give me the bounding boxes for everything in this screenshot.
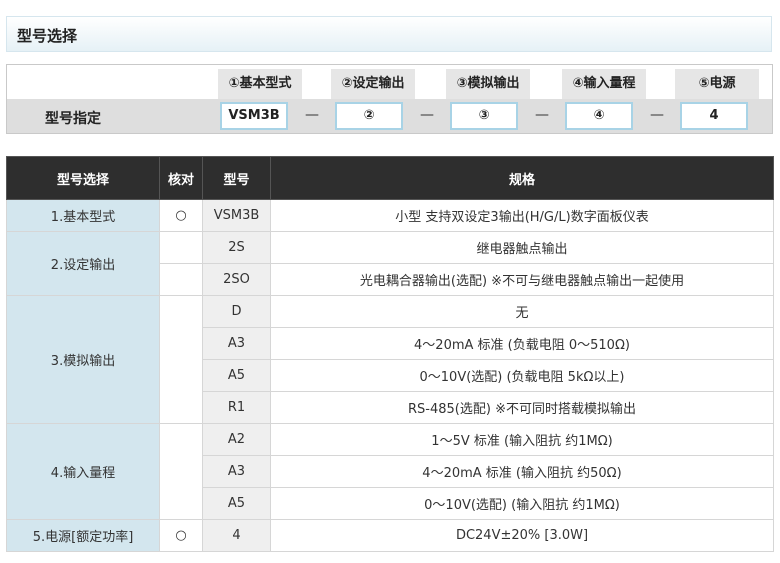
header-model: 型号 <box>202 156 271 200</box>
model-spec-table: 型号选择 核对 型号 规格 1.基本型式 ○ VSM3B 小型 支持双设定3输出… <box>6 156 774 552</box>
group-label-basic: 1.基本型式 <box>6 199 160 232</box>
group-label-setting-output: 2.设定输出 <box>6 231 160 296</box>
selector-field-analog-output[interactable]: ③ <box>450 102 518 130</box>
model-code: A5 <box>202 359 271 392</box>
selector-dash: — <box>420 107 434 123</box>
section-title-bar: 型号选择 <box>6 16 772 52</box>
model-code: VSM3B <box>202 199 271 232</box>
spec-text: 光电耦合器输出(选配) ※不可与继电器触点输出一起使用 <box>270 263 774 296</box>
model-code: A3 <box>202 327 271 360</box>
spec-text: DC24V±20% [3.0W] <box>270 519 774 552</box>
model-code: A5 <box>202 487 271 520</box>
group-label-analog-output: 3.模拟输出 <box>6 295 160 424</box>
check-cell <box>159 231 203 264</box>
spec-text: 无 <box>270 295 774 328</box>
model-code: A3 <box>202 455 271 488</box>
spec-text: 小型 支持双设定3输出(H/G/L)数字面板仪表 <box>270 199 774 232</box>
selector-dash: — <box>650 107 664 123</box>
header-check: 核对 <box>159 156 203 200</box>
table-row: 4.输入量程 A2 1～5V 标准 (输入阻抗 约1MΩ) <box>6 423 774 520</box>
selector-header-power: ⑤电源 <box>675 69 759 99</box>
selector-field-setting-output[interactable]: ② <box>335 102 403 130</box>
check-cell <box>159 295 203 424</box>
table-row: 3.模拟输出 D 无 <box>6 295 774 424</box>
group-label-input-range: 4.输入量程 <box>6 423 160 520</box>
spec-text: 继电器触点输出 <box>270 231 774 264</box>
group-label-power: 5.电源[额定功率] <box>6 519 160 552</box>
selector-field-input-range[interactable]: ④ <box>565 102 633 130</box>
spec-text: 1～5V 标准 (输入阻抗 约1MΩ) <box>270 423 774 456</box>
spec-text: 4～20mA 标准 (输入阻抗 约50Ω) <box>270 455 774 488</box>
model-code: R1 <box>202 391 271 424</box>
selector-row-label: 型号指定 <box>45 111 101 127</box>
check-cell: ○ <box>159 199 203 232</box>
selector-field-power[interactable]: 4 <box>680 102 748 130</box>
model-code: 2SO <box>202 263 271 296</box>
spec-text: 4～20mA 标准 (负载电阻 0～510Ω) <box>270 327 774 360</box>
model-code: 2S <box>202 231 271 264</box>
header-spec: 规格 <box>270 156 774 200</box>
table-header-row: 型号选择 核对 型号 规格 <box>6 156 774 200</box>
header-model-select: 型号选择 <box>6 156 160 200</box>
check-cell <box>159 423 203 520</box>
spec-text: 0～10V(选配) (负载电阻 5kΩ以上) <box>270 359 774 392</box>
model-code: 4 <box>202 519 271 552</box>
table-row: 2.设定输出 2S 继电器触点输出 <box>6 231 774 296</box>
selector-header-setting-output: ②设定输出 <box>331 69 415 99</box>
table-row: 1.基本型式 ○ VSM3B 小型 支持双设定3输出(H/G/L)数字面板仪表 <box>6 199 774 232</box>
selector-header-analog-output: ③模拟输出 <box>446 69 530 99</box>
selector-header-input-range: ④输入量程 <box>562 69 646 99</box>
selector-header-basic: ①基本型式 <box>218 69 302 99</box>
check-cell <box>159 263 203 296</box>
selector-dash: — <box>305 107 319 123</box>
page-title: 型号选择 <box>17 27 78 45</box>
check-cell: ○ <box>159 519 203 552</box>
selector-field-basic[interactable]: VSM3B <box>220 102 288 130</box>
model-code: A2 <box>202 423 271 456</box>
table-row: 5.电源[额定功率] ○ 4 DC24V±20% [3.0W] <box>6 519 774 552</box>
selector-dash: — <box>535 107 549 123</box>
spec-text: 0～10V(选配) (输入阻抗 约1MΩ) <box>270 487 774 520</box>
model-selector-panel: 型号指定 ①基本型式 ②设定输出 ③模拟输出 ④输入量程 ⑤电源 VSM3B —… <box>6 64 773 134</box>
spec-text: RS-485(选配) ※不可同时搭载模拟输出 <box>270 391 774 424</box>
model-code: D <box>202 295 271 328</box>
